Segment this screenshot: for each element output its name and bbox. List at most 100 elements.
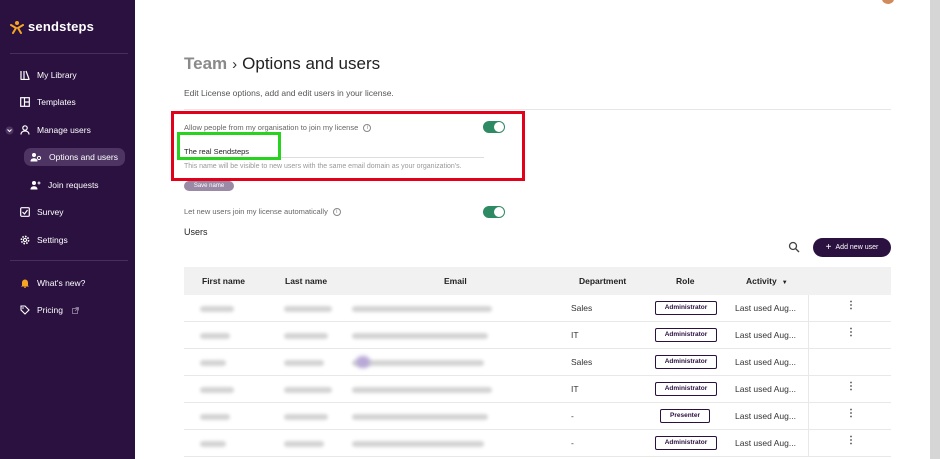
auto-join-setting: Let new users join my license automatica…: [184, 207, 341, 216]
first-name-cell: [200, 360, 226, 366]
department-cell: -: [571, 411, 574, 421]
page-subtitle: Edit License options, add and edit users…: [184, 88, 394, 98]
table-row[interactable]: IT Administrator Last used Aug... ⋮: [184, 322, 891, 349]
users-table-header: First name Last name Email Department Ro…: [184, 267, 891, 295]
column-separator: [808, 295, 809, 322]
email-cell: [352, 333, 488, 339]
column-header-department[interactable]: Department: [579, 276, 626, 286]
sidebar-item-templates[interactable]: Templates: [20, 94, 76, 110]
column-separator: [808, 430, 809, 457]
search-icon[interactable]: [788, 241, 800, 253]
auto-join-label: Let new users join my license automatica…: [184, 207, 328, 216]
templates-icon: [20, 97, 30, 107]
chevron-down-icon[interactable]: [5, 126, 14, 135]
header-divider: [184, 109, 891, 110]
column-header-email[interactable]: Email: [444, 276, 467, 286]
column-header-activity-label: Activity: [746, 276, 777, 286]
logo-mark-icon: [10, 20, 24, 34]
sidebar-item-manage-users[interactable]: Manage users: [20, 122, 91, 138]
column-separator: [808, 322, 809, 349]
library-icon: [20, 70, 30, 80]
column-header-last-name[interactable]: Last name: [285, 276, 327, 286]
department-cell: IT: [571, 384, 579, 394]
sidebar-item-label: What's new?: [37, 278, 86, 288]
sidebar-item-label: Manage users: [37, 125, 91, 135]
app: sendsteps My Library Templates Manage us…: [0, 0, 940, 459]
breadcrumb-separator: ›: [232, 55, 238, 73]
sidebar-item-label: Options and users: [49, 152, 118, 162]
sidebar-item-survey[interactable]: Survey: [20, 204, 63, 220]
sidebar-divider: [10, 53, 128, 54]
last-name-cell: [284, 360, 324, 366]
column-header-activity[interactable]: Activity ▼: [746, 276, 788, 286]
email-cell: [352, 306, 492, 312]
sidebar-item-my-library[interactable]: My Library: [20, 67, 77, 83]
sidebar-item-settings[interactable]: Settings: [20, 232, 68, 248]
sidebar-item-pricing[interactable]: Pricing: [20, 302, 79, 318]
auto-join-toggle[interactable]: [483, 206, 505, 218]
email-avatar: [356, 356, 370, 368]
last-name-cell: [284, 387, 332, 393]
role-badge[interactable]: Administrator: [655, 436, 717, 450]
row-menu-icon[interactable]: ⋮: [846, 409, 856, 419]
role-badge[interactable]: Administrator: [655, 328, 717, 342]
last-name-cell: [284, 306, 332, 312]
row-menu-icon[interactable]: ⋮: [846, 301, 856, 311]
info-icon[interactable]: i: [332, 207, 341, 216]
avatar[interactable]: [882, 0, 894, 4]
first-name-cell: [200, 441, 226, 447]
toggle-knob: [494, 207, 504, 217]
page-title: Options and users: [242, 54, 381, 73]
table-row[interactable]: Sales Administrator Last used Aug...: [184, 349, 891, 376]
sidebar-item-label: Templates: [37, 97, 76, 107]
role-badge[interactable]: Administrator: [655, 382, 717, 396]
sidebar-item-options-and-users[interactable]: Options and users: [24, 148, 125, 166]
breadcrumb-team-link[interactable]: Team: [184, 54, 227, 74]
add-new-user-label: Add new user: [835, 244, 879, 251]
role-badge[interactable]: Administrator: [655, 301, 717, 315]
row-menu-icon[interactable]: ⋮: [846, 436, 856, 446]
first-name-cell: [200, 414, 230, 420]
sidebar-item-label: My Library: [37, 70, 77, 80]
sidebar: sendsteps My Library Templates Manage us…: [0, 0, 135, 459]
plus-icon: +: [825, 241, 832, 253]
survey-check-icon: [20, 207, 30, 217]
logo[interactable]: sendsteps: [10, 19, 94, 34]
row-menu-icon[interactable]: ⋮: [846, 382, 856, 392]
department-cell: Sales: [571, 357, 593, 367]
activity-cell: Last used Aug...: [735, 411, 796, 421]
table-row[interactable]: IT Administrator Last used Aug... ⋮: [184, 376, 891, 403]
sidebar-item-whats-new[interactable]: What's new?: [20, 275, 85, 291]
role-badge[interactable]: Administrator: [655, 355, 717, 369]
table-row[interactable]: - Administrator Last used Aug... ⋮: [184, 430, 891, 457]
row-menu-icon[interactable]: ⋮: [846, 328, 856, 338]
table-row[interactable]: - Presenter Last used Aug... ⋮: [184, 403, 891, 430]
activity-cell: Last used Aug...: [735, 330, 796, 340]
user-plus-icon: [30, 181, 41, 190]
last-name-cell: [284, 441, 324, 447]
column-header-role[interactable]: Role: [676, 276, 694, 286]
sidebar-item-label: Pricing: [37, 305, 63, 315]
add-new-user-button[interactable]: + Add new user: [813, 238, 891, 257]
users-section-title: Users: [184, 227, 208, 237]
last-name-cell: [284, 414, 328, 420]
role-badge[interactable]: Presenter: [660, 409, 710, 423]
external-link-icon: [72, 306, 79, 314]
department-cell: -: [571, 438, 574, 448]
department-cell: Sales: [571, 303, 593, 313]
users-gear-icon: [30, 153, 42, 162]
user-icon: [20, 125, 30, 135]
column-separator: [808, 376, 809, 403]
sort-down-icon[interactable]: ▼: [782, 280, 788, 286]
sidebar-divider: [10, 260, 128, 261]
table-row[interactable]: Sales Administrator Last used Aug... ⋮: [184, 295, 891, 322]
sidebar-item-join-requests[interactable]: Join requests: [30, 177, 99, 193]
department-cell: IT: [571, 330, 579, 340]
email-cell: [352, 414, 488, 420]
breadcrumb: Team › Options and users: [184, 54, 380, 74]
last-name-cell: [284, 333, 328, 339]
email-cell: [352, 360, 484, 366]
save-name-button[interactable]: Save name: [184, 181, 234, 191]
first-name-cell: [200, 387, 234, 393]
column-header-first-name[interactable]: First name: [202, 276, 245, 286]
